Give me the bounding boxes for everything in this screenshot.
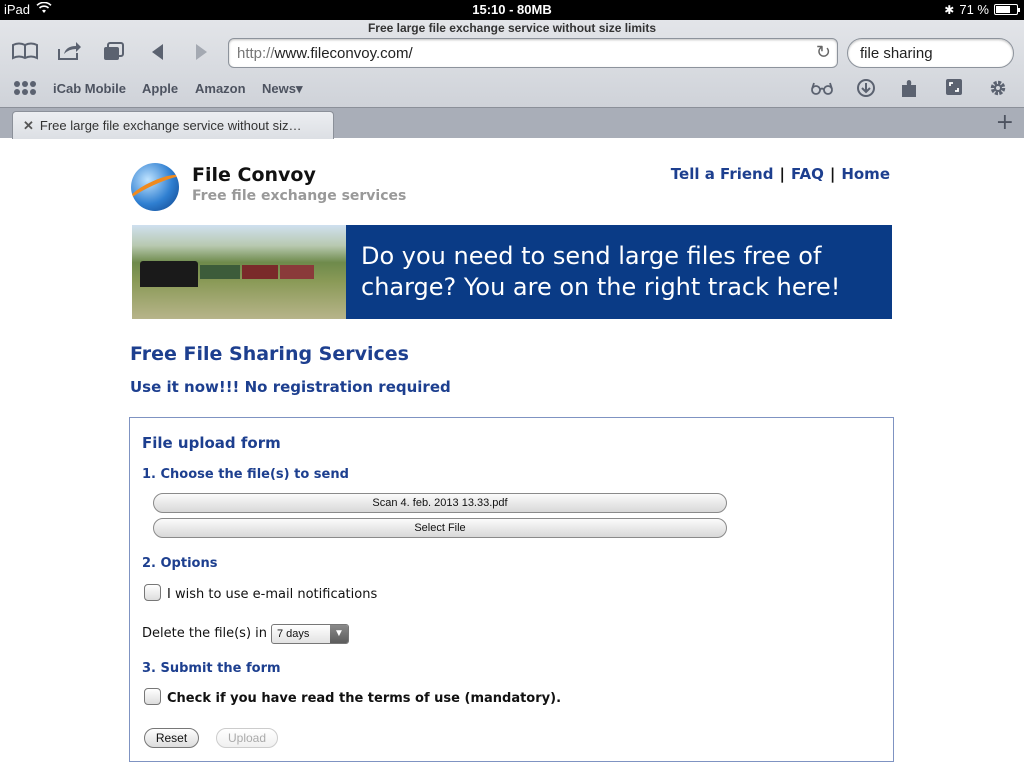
- tabs-overview-icon[interactable]: [99, 41, 129, 67]
- tab-label: Free large file exchange service without…: [39, 118, 302, 133]
- page-subheading: Use it now!!! No registration required: [130, 378, 451, 396]
- status-bar: iPad 15:10 - 80MB ✱ 71 %: [0, 0, 1024, 20]
- bookmark-news[interactable]: News▾: [262, 81, 303, 97]
- upload-button[interactable]: Upload: [216, 728, 278, 748]
- bluetooth-icon: ✱: [944, 2, 955, 17]
- status-time-memory: 15:10 - 80MB: [472, 2, 552, 17]
- back-icon[interactable]: [143, 41, 173, 67]
- delete-files-label: Delete the file(s) in: [142, 626, 268, 641]
- form-title: File upload form: [142, 434, 281, 452]
- web-page: File Convoy Free file exchange services …: [0, 139, 1024, 768]
- browser-page-title: Free large file exchange service without…: [367, 21, 657, 35]
- url-host: www.fileconvoy.com/: [274, 45, 413, 62]
- hero-banner: Do you need to send large files free of …: [132, 225, 892, 319]
- share-icon[interactable]: [54, 41, 84, 67]
- email-notification-label: I wish to use e-mail notifications: [167, 587, 378, 602]
- terms-label: Check if you have read the terms of use …: [167, 691, 562, 706]
- url-field[interactable]: http://www.fileconvoy.com/ ↻: [228, 38, 838, 68]
- step-submit: 3. Submit the form: [142, 661, 281, 676]
- top-navigation: Tell a Friend | FAQ | Home: [671, 165, 890, 183]
- extension-puzzle-icon[interactable]: [897, 78, 921, 100]
- step-choose-files: 1. Choose the file(s) to send: [142, 467, 349, 482]
- page-heading: Free File Sharing Services: [130, 343, 409, 365]
- close-tab-icon[interactable]: ✕: [23, 118, 34, 133]
- bookmarks-bar: iCab Mobile Apple Amazon News▾: [0, 78, 1024, 100]
- banner-text: Do you need to send large files free of …: [361, 242, 841, 301]
- battery-level: [996, 6, 1011, 13]
- new-tab-plus-icon[interactable]: +: [996, 110, 1014, 135]
- battery-percent: 71 %: [959, 2, 989, 17]
- nav-separator: |: [829, 165, 836, 183]
- terms-checkbox[interactable]: [144, 688, 161, 705]
- nav-tell-a-friend[interactable]: Tell a Friend: [671, 165, 774, 183]
- nav-home[interactable]: Home: [841, 165, 890, 183]
- train-photo: [132, 225, 346, 319]
- tab-bar: ✕ Free large file exchange service withou…: [0, 107, 1024, 139]
- fullscreen-icon[interactable]: [942, 78, 966, 100]
- search-input[interactable]: file sharing: [847, 38, 1014, 68]
- site-tagline: Free file exchange services: [192, 188, 407, 204]
- selected-file-name[interactable]: Scan 4. feb. 2013 13.33.pdf: [153, 493, 727, 513]
- email-notification-checkbox[interactable]: [144, 584, 161, 601]
- reload-icon[interactable]: ↻: [816, 42, 831, 63]
- delete-duration-select[interactable]: 7 days ▼: [271, 624, 349, 644]
- reset-button[interactable]: Reset: [144, 728, 199, 748]
- settings-gear-icon[interactable]: [986, 78, 1010, 100]
- bookmark-icab-mobile[interactable]: iCab Mobile: [53, 81, 126, 96]
- tab-current[interactable]: ✕ Free large file exchange service withou…: [12, 111, 334, 139]
- bookmark-apple[interactable]: Apple: [142, 81, 178, 96]
- download-icon[interactable]: [854, 78, 878, 100]
- dropdown-arrow-icon: ▼: [330, 625, 348, 643]
- upload-form: File upload form 1. Choose the file(s) t…: [129, 417, 894, 762]
- url-scheme: http://: [237, 45, 275, 62]
- battery-icon: [994, 4, 1020, 15]
- nav-separator: |: [779, 165, 785, 183]
- forward-icon[interactable]: [186, 41, 216, 67]
- reader-glasses-icon[interactable]: [810, 78, 834, 100]
- browser-chrome: Free large file exchange service without…: [0, 20, 1024, 139]
- bookmarks-book-icon[interactable]: [10, 41, 40, 67]
- delete-duration-value: 7 days: [277, 628, 310, 640]
- select-file-button[interactable]: Select File: [153, 518, 727, 538]
- site-logo-globe-icon[interactable]: [131, 163, 179, 211]
- step-options: 2. Options: [142, 556, 218, 571]
- bookmarks-grid-icon[interactable]: [14, 81, 36, 95]
- nav-faq[interactable]: FAQ: [791, 165, 824, 183]
- bookmark-amazon[interactable]: Amazon: [195, 81, 246, 96]
- site-name: File Convoy: [192, 164, 316, 186]
